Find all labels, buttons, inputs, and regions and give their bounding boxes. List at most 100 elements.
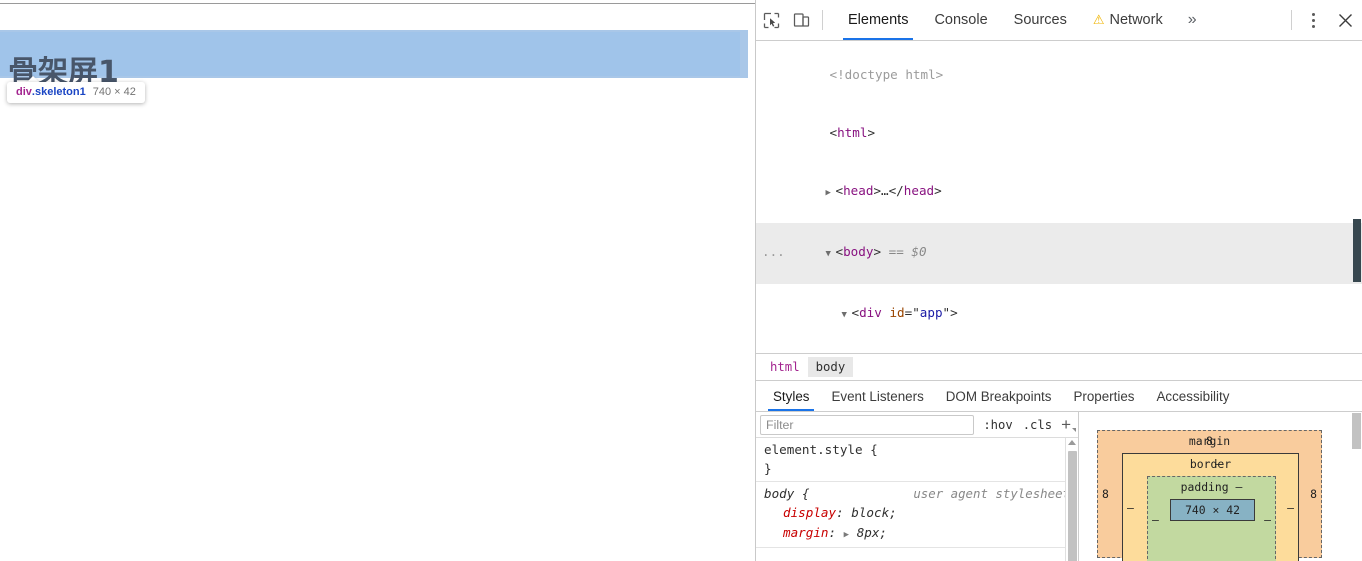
tab-elements[interactable]: Elements [835, 0, 921, 40]
declaration-display[interactable]: display: block; [764, 503, 1070, 522]
dom-row[interactable]: <head>…</head> [756, 162, 1362, 223]
tooltip-tag-name: div [16, 86, 32, 98]
box-model-scrollbar[interactable] [1351, 412, 1362, 561]
tooltip-class-name: .skeleton1 [31, 86, 86, 98]
toolbar-right-group [1285, 0, 1362, 40]
kebab-menu-icon[interactable] [1298, 11, 1328, 29]
box-model-pane: margin 8 8 8 border – – – padding – – – … [1079, 412, 1362, 561]
declaration-property: margin [783, 524, 829, 540]
declaration-property: display [783, 505, 837, 521]
box-model-border-right-value[interactable]: – [1287, 501, 1294, 515]
rule-element-style[interactable]: element.style { } [756, 438, 1078, 482]
expand-triangle-app[interactable] [842, 306, 852, 325]
rule-close-brace: } [764, 461, 772, 477]
box-model-border-top-value[interactable]: – [1215, 457, 1222, 471]
dom-attr-id-value: app [919, 304, 943, 320]
box-model-padding-right-value[interactable]: – [1264, 513, 1271, 527]
tooltip-dimensions: 740 × 42 [92, 86, 136, 98]
rule-selector: body { [764, 485, 810, 501]
box-model-content-size: 740 × 42 [1185, 503, 1240, 517]
sidebar-tab-list: Styles Event Listeners DOM Breakpoints P… [756, 381, 1362, 412]
tab-event-listeners[interactable]: Event Listeners [820, 381, 934, 411]
box-model-border-label: border [1189, 457, 1232, 471]
dom-body-console-ref: == $0 [888, 243, 927, 259]
viewport-top-divider [0, 3, 755, 4]
expand-triangle-head[interactable] [826, 184, 836, 203]
dom-tag-head: head [843, 183, 874, 199]
box-model-padding-left-value[interactable]: – [1152, 513, 1159, 527]
page-viewport: 骨架屏1 div .skeleton1 740 × 42 [0, 0, 755, 561]
tab-console-label: Console [934, 12, 988, 28]
more-tabs-button[interactable]: » [1176, 0, 1209, 40]
tab-console[interactable]: Console [921, 0, 1000, 40]
tab-properties[interactable]: Properties [1062, 381, 1145, 411]
dom-tree-scrollbar-thumb[interactable] [1353, 219, 1361, 282]
plus-icon: + [1061, 415, 1071, 434]
dom-tree-scrollbar[interactable] [1352, 41, 1362, 353]
dom-tree-panel[interactable]: <!doctype html> <html> <head>…</head> ..… [756, 41, 1362, 354]
dom-row[interactable]: <div id="app"> [756, 284, 1362, 345]
devtools-panel: Elements Console Sources ⚠ Network » <!d… [755, 0, 1362, 561]
box-model-scrollbar-thumb[interactable] [1352, 413, 1361, 449]
scroll-up-arrow-icon[interactable] [1068, 440, 1076, 445]
dom-ellipsis: ... [762, 243, 785, 259]
box-model-border[interactable]: border – – – padding – – – 740 × 42 [1122, 453, 1299, 561]
box-model-margin-left-value[interactable]: 8 [1102, 487, 1109, 501]
expand-triangle-body[interactable] [826, 245, 836, 264]
styles-filter-input[interactable] [760, 414, 975, 435]
declaration-value: 8px; [856, 524, 888, 540]
breadcrumb: html body [756, 354, 1362, 381]
tab-sources-label: Sources [1013, 12, 1067, 28]
tab-elements-label: Elements [848, 12, 909, 28]
devtools-toolbar: Elements Console Sources ⚠ Network » [756, 0, 1362, 41]
declaration-margin[interactable]: margin: ▶ 8px; [764, 523, 1070, 545]
tab-network[interactable]: ⚠ Network [1080, 0, 1176, 40]
box-model-content[interactable]: 740 × 42 [1170, 499, 1255, 521]
box-model-padding[interactable]: padding – – – 740 × 42 [1147, 476, 1276, 561]
dom-row[interactable]: <!doctype html> [756, 46, 1362, 104]
tab-sources[interactable]: Sources [1001, 0, 1080, 40]
box-model-margin[interactable]: margin 8 8 8 border – – – padding – – – … [1097, 430, 1322, 561]
styles-pane: :hov .cls + element.style { } body { use… [756, 412, 1362, 561]
rule-origin: user agent stylesheet [913, 485, 1070, 501]
declaration-value: block; [851, 505, 897, 521]
element-inspect-tooltip: div .skeleton1 740 × 42 [7, 82, 145, 103]
toolbar-divider-right [1291, 10, 1292, 30]
inspect-element-icon[interactable] [756, 0, 786, 40]
tab-accessibility[interactable]: Accessibility [1145, 381, 1240, 411]
rule-body-ua[interactable]: body { user agent stylesheet display: bl… [756, 482, 1078, 549]
dom-tag-div-app: div [859, 304, 882, 320]
devtools-tab-list: Elements Console Sources ⚠ Network » [835, 0, 1209, 40]
breadcrumb-item-html[interactable]: html [762, 357, 808, 377]
cls-toggle-button[interactable]: .cls [1018, 418, 1057, 432]
box-model-border-left-value[interactable]: – [1127, 501, 1134, 515]
tab-styles[interactable]: Styles [762, 381, 820, 411]
styles-filter-bar: :hov .cls + [756, 412, 1078, 438]
dom-tag-head-close: head [903, 183, 935, 199]
styles-rules-column: :hov .cls + element.style { } body { use… [756, 412, 1079, 561]
hov-toggle-button[interactable]: :hov [978, 418, 1017, 432]
styles-rules-list: element.style { } body { user agent styl… [756, 438, 1078, 561]
breadcrumb-item-body[interactable]: body [807, 357, 854, 377]
warning-triangle-icon: ⚠ [1092, 12, 1105, 27]
caret-down-icon [1072, 428, 1076, 432]
dom-doctype: <!doctype html> [829, 67, 944, 83]
box-model-margin-top-value[interactable]: 8 [1206, 434, 1213, 448]
rule-selector: element.style { [764, 442, 878, 457]
close-icon[interactable] [1328, 13, 1362, 28]
dom-attr-id: id [889, 304, 905, 320]
dom-row[interactable]: <div data-server-rendered="true" class="… [756, 344, 1362, 353]
styles-scrollbar-thumb[interactable] [1068, 451, 1077, 561]
dom-tag-body: body [843, 243, 874, 259]
tab-network-label: Network [1109, 12, 1163, 28]
box-model-margin-right-value[interactable]: 8 [1310, 487, 1317, 501]
styles-scrollbar[interactable] [1065, 438, 1078, 561]
new-style-rule-button[interactable]: + [1057, 416, 1078, 433]
dom-row-body-selected[interactable]: ...<body> == $0 [756, 222, 1362, 284]
toolbar-divider [822, 10, 823, 30]
dom-tag-html: html [837, 125, 868, 141]
device-toolbar-icon[interactable] [786, 0, 816, 40]
tab-dom-breakpoints[interactable]: DOM Breakpoints [935, 381, 1063, 411]
dom-row[interactable]: <html> [756, 104, 1362, 162]
box-model-padding-label: padding – [1180, 480, 1243, 494]
